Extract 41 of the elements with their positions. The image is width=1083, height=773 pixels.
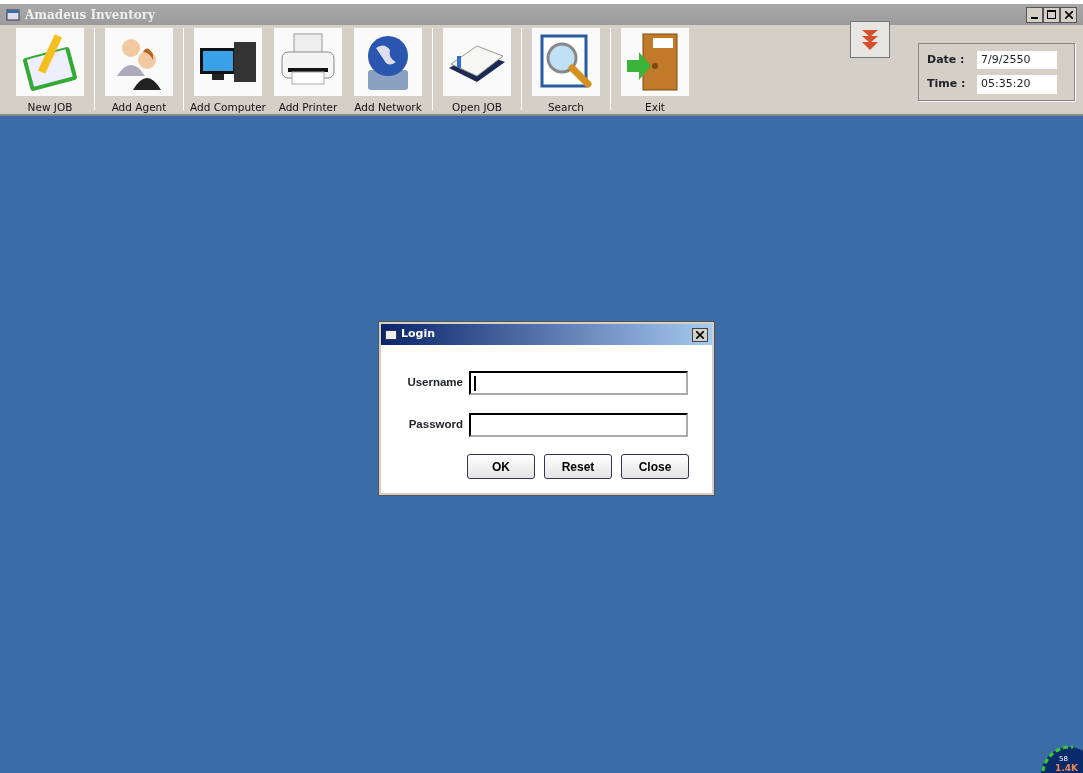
- open-book-icon: [443, 28, 511, 96]
- close-icon: [1064, 10, 1073, 19]
- field-label: Username: [406, 375, 463, 391]
- toolbar-button[interactable]: Add Computer: [188, 28, 268, 116]
- dialog-title: Login: [401, 326, 436, 343]
- globe-icon: [354, 28, 422, 96]
- toolbar-button[interactable]: Search: [526, 28, 606, 116]
- notebook-pencil-icon: [16, 28, 84, 96]
- magnifier-icon: [532, 28, 600, 96]
- toolbar-button[interactable]: Add Network: [348, 28, 428, 116]
- close-button[interactable]: [1060, 6, 1077, 23]
- people-icon: [105, 28, 173, 96]
- toolbar-button[interactable]: Add Agent: [99, 28, 179, 116]
- toolbar-button[interactable]: Open JOB: [437, 28, 517, 116]
- maximize-button[interactable]: [1043, 6, 1060, 23]
- value-field: 7/9/2550: [977, 50, 1057, 69]
- dialog-button[interactable]: OK: [467, 454, 535, 479]
- close-icon: [696, 330, 704, 339]
- collapse-button[interactable]: [850, 21, 890, 58]
- toolbar-button[interactable]: New JOB: [10, 28, 90, 116]
- dialog-button[interactable]: Reset: [544, 454, 612, 479]
- printer-icon: [274, 28, 342, 96]
- username-field[interactable]: [469, 371, 688, 395]
- field-label: Time :: [927, 76, 967, 92]
- toolbar-button[interactable]: Exit: [615, 28, 695, 116]
- window-icon: [385, 329, 397, 340]
- minimize-icon: [1031, 16, 1038, 19]
- computer-icon: [194, 28, 262, 96]
- value-field: 05:35:20: [977, 75, 1057, 94]
- double-down-arrow-icon: [860, 27, 880, 52]
- password-field[interactable]: [469, 413, 688, 437]
- field-label: Password: [407, 417, 463, 433]
- field-label: Date :: [927, 51, 966, 68]
- dialog-button[interactable]: Close: [621, 454, 689, 479]
- close-button[interactable]: [692, 327, 708, 342]
- toolbar-button[interactable]: Add Printer: [268, 28, 348, 116]
- window-title: Amadeus Inventory: [25, 6, 155, 24]
- exit-door-icon: [621, 28, 689, 96]
- app-icon: [6, 7, 20, 22]
- minimize-button[interactable]: [1026, 6, 1043, 23]
- maximize-icon: [1047, 10, 1056, 19]
